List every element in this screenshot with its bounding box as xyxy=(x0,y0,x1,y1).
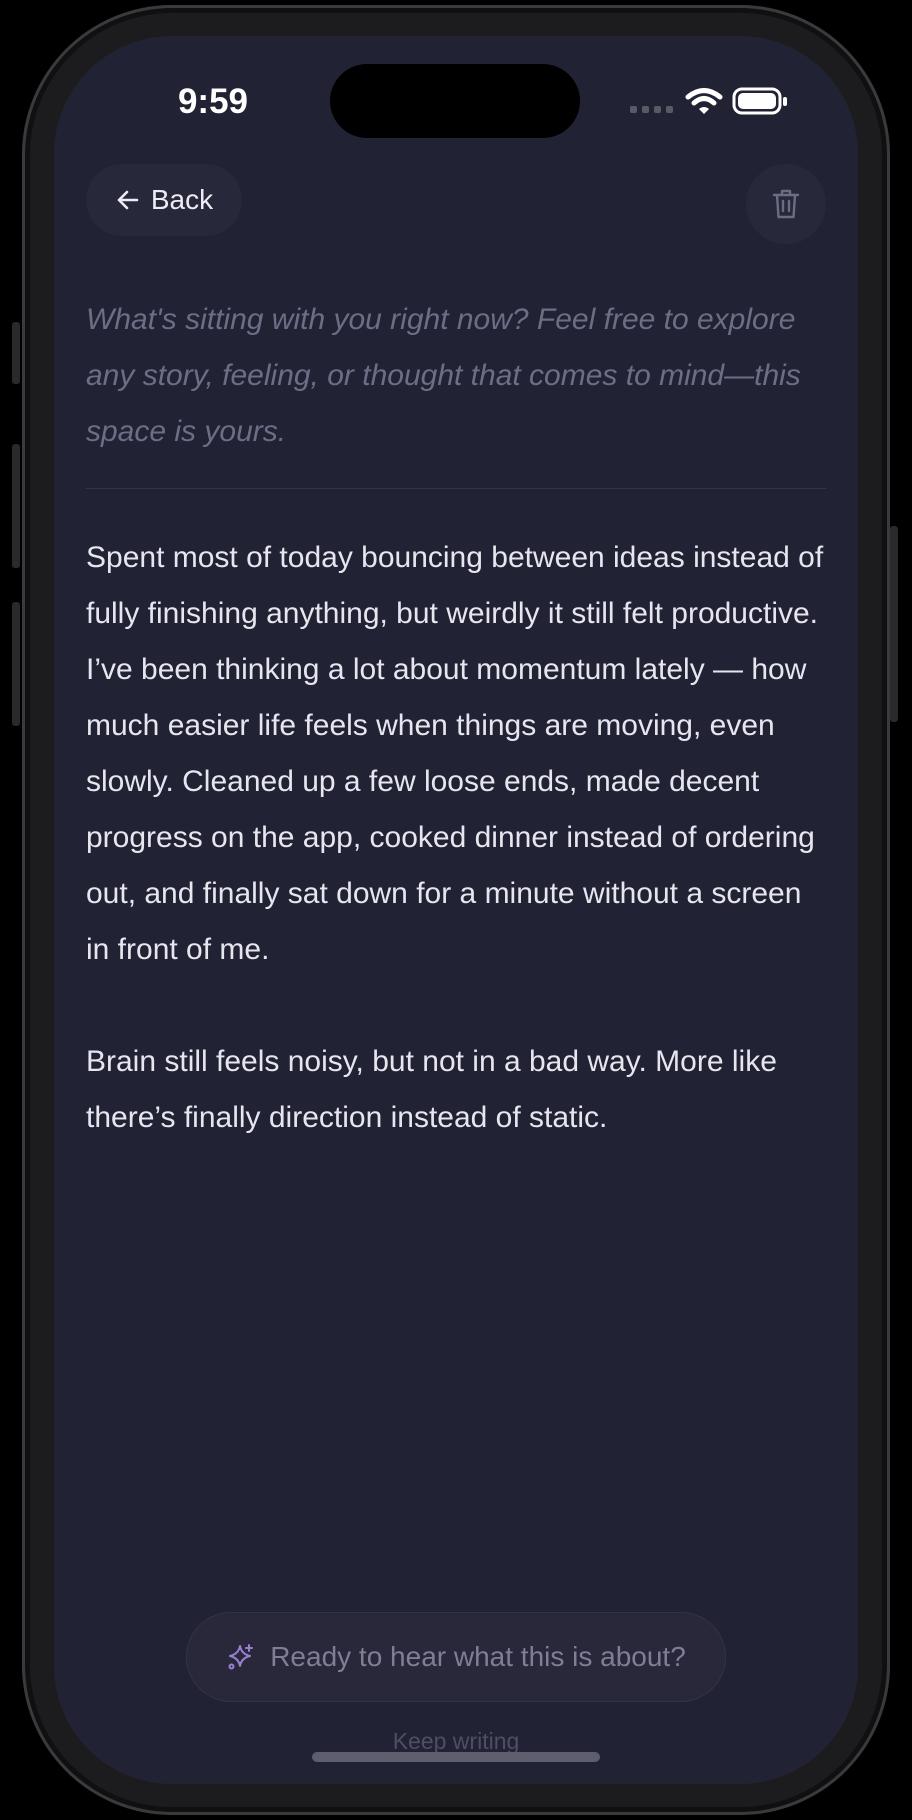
trash-icon xyxy=(772,189,800,219)
sparkles-icon xyxy=(228,1644,254,1670)
home-indicator[interactable] xyxy=(312,1752,600,1762)
delete-entry-button[interactable] xyxy=(746,164,826,244)
power-button xyxy=(890,526,898,722)
app-screen: 9:59 Back What's sitting with you right … xyxy=(54,36,858,1784)
journal-entry-text[interactable]: Spent most of today bouncing between ide… xyxy=(86,530,826,1202)
action-button xyxy=(12,322,20,384)
arrow-left-icon xyxy=(117,190,139,210)
cellular-signal-icon xyxy=(630,106,673,113)
back-label: Back xyxy=(150,184,214,215)
back-button[interactable]: Back xyxy=(86,164,242,236)
prompt-divider xyxy=(86,488,826,489)
journal-prompt: What's sitting with you right now? Feel … xyxy=(86,303,801,448)
wifi-icon xyxy=(685,88,723,114)
reflect-suggestion-button[interactable]: Ready to hear what this is about? xyxy=(186,1612,726,1702)
entry-paragraph: Spent most of today bouncing between ide… xyxy=(86,541,824,966)
volume-up-button xyxy=(12,444,20,568)
reflect-suggestion-label: Ready to hear what this is about? xyxy=(270,1641,686,1672)
battery-icon xyxy=(732,87,787,115)
dynamic-island xyxy=(330,64,580,138)
entry-paragraph: Brain still feels noisy, but not in a ba… xyxy=(86,1045,777,1134)
status-time: 9:59 xyxy=(177,82,249,121)
volume-down-button xyxy=(12,602,20,726)
